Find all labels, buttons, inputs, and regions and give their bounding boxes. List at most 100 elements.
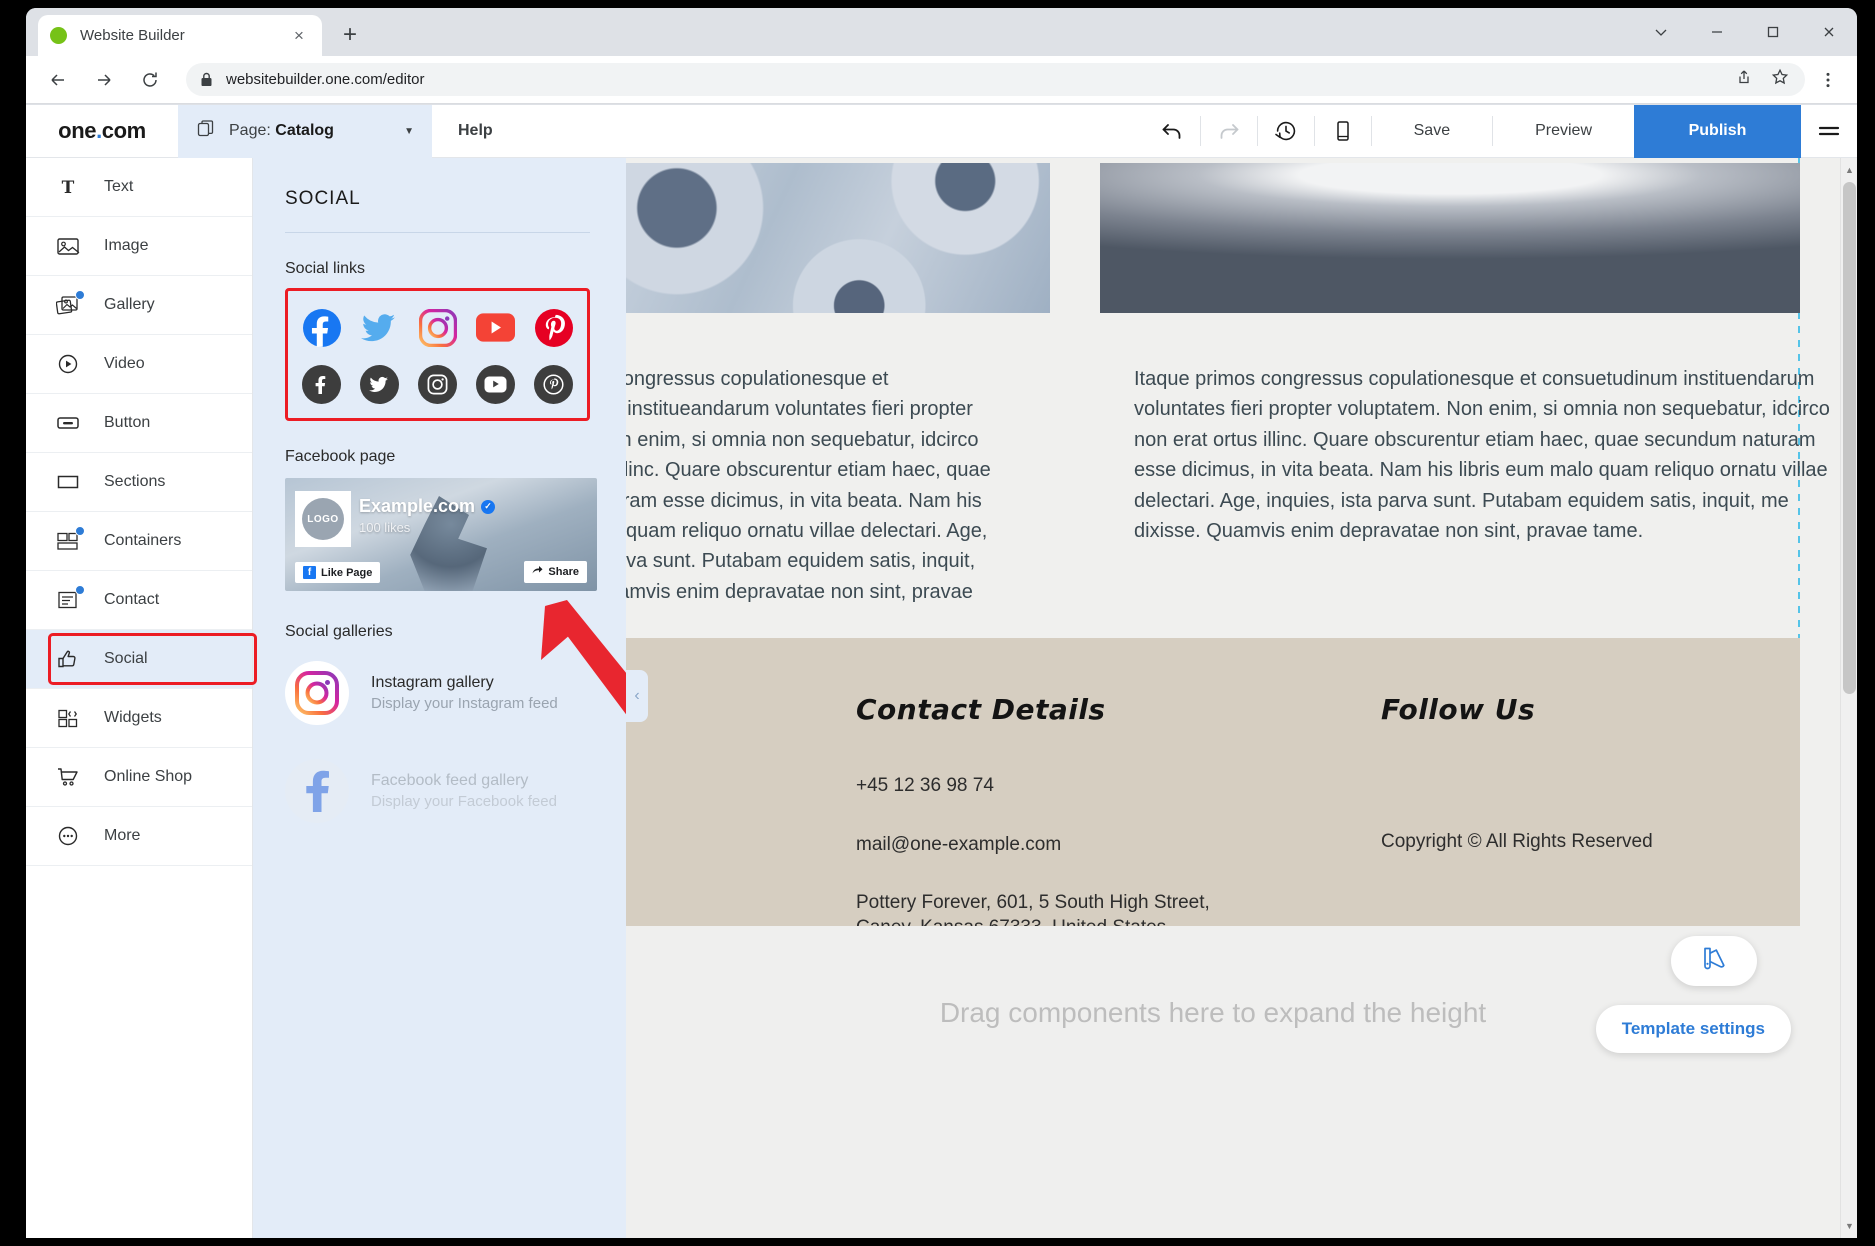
body-paragraph-left[interactable]: Itaque primos congressus copulationesque… — [626, 364, 994, 638]
gallery-item-title: Instagram gallery — [371, 674, 558, 692]
template-settings-button[interactable]: Template settings — [1596, 1005, 1791, 1053]
copyright-text: Copyright © All Rights Reserved — [1381, 830, 1653, 855]
share-button[interactable]: Share — [524, 561, 587, 583]
sidebar-item-containers[interactable]: Containers — [26, 512, 252, 571]
browser-menu-icon[interactable] — [1813, 62, 1843, 98]
gallery-item-instagram[interactable]: Instagram gallery Display your Instagram… — [285, 661, 590, 725]
like-page-button[interactable]: f Like Page — [295, 562, 380, 583]
sidebar-item-more[interactable]: More — [26, 807, 252, 866]
close-window-icon[interactable] — [1801, 8, 1857, 56]
hamburger-menu-icon[interactable] — [1801, 105, 1857, 158]
publish-button[interactable]: Publish — [1634, 105, 1801, 158]
website-builder-app: one.com Page: Catalog ▼ Help — [26, 105, 1857, 1238]
twitter-color-icon[interactable] — [360, 308, 399, 347]
sidebar-item-gallery[interactable]: Gallery — [26, 276, 252, 335]
contact-email[interactable]: mail@one-example.com — [856, 833, 1210, 858]
sidebar-item-label: Gallery — [104, 296, 155, 314]
forward-icon[interactable] — [86, 62, 122, 98]
page-label: Page: Catalog — [229, 122, 334, 140]
facebook-color-icon[interactable] — [302, 308, 341, 347]
help-menu[interactable]: Help — [432, 122, 519, 140]
contact-phone[interactable]: +45 12 36 98 74 — [856, 774, 1210, 799]
facebook-likes-count: 100 likes — [359, 520, 410, 535]
sidebar-item-contact[interactable]: Contact — [26, 571, 252, 630]
facebook-page-preview[interactable]: LOGO Example.com ✓ 100 likes f Like Page — [285, 478, 597, 591]
pottery-wheel-image[interactable] — [1100, 163, 1800, 313]
browser-window: Website Builder × + — [26, 8, 1857, 1238]
sidebar-item-button[interactable]: Button — [26, 394, 252, 453]
redo-icon[interactable] — [1201, 105, 1257, 158]
gallery-item-facebook-feed[interactable]: Facebook feed gallery Display your Faceb… — [285, 759, 590, 823]
star-icon[interactable] — [1771, 68, 1789, 91]
favicon-icon — [50, 27, 67, 44]
chevron-down-icon[interactable] — [1633, 8, 1689, 56]
sidebar-item-label: Contact — [104, 591, 159, 609]
minimize-icon[interactable] — [1689, 8, 1745, 56]
contact-details-column: Contact Details +45 12 36 98 74 mail@one… — [856, 693, 1210, 941]
canvas-scrollbar[interactable]: ▲ ▼ — [1840, 158, 1857, 1238]
browser-tab[interactable]: Website Builder × — [38, 15, 322, 56]
facebook-dark-icon[interactable] — [302, 365, 341, 404]
instagram-dark-icon[interactable] — [418, 365, 457, 404]
gallery-item-text: Instagram gallery Display your Instagram… — [371, 674, 558, 712]
page-selector[interactable]: Page: Catalog ▼ — [178, 105, 432, 158]
sidebar-item-label: Online Shop — [104, 768, 192, 786]
page-canvas: ‹ Itaque primos congressus copulationesq… — [626, 158, 1857, 1238]
scroll-up-icon[interactable]: ▲ — [1841, 160, 1857, 180]
history-clock-icon[interactable] — [1258, 105, 1314, 158]
pinterest-dark-icon[interactable] — [534, 365, 573, 404]
sidebar-item-label: Button — [104, 414, 150, 432]
sidebar-item-label: More — [104, 827, 140, 845]
pottery-bowls-image[interactable] — [626, 163, 1050, 313]
new-tab-button[interactable]: + — [332, 17, 368, 53]
style-editor-button[interactable] — [1671, 936, 1757, 986]
social-links-group — [285, 288, 590, 421]
save-button[interactable]: Save — [1372, 105, 1492, 158]
app-toolbar: one.com Page: Catalog ▼ Help — [26, 105, 1857, 158]
sidebar-item-sections[interactable]: Sections — [26, 453, 252, 512]
widgets-icon — [54, 705, 82, 731]
share-icon[interactable] — [1735, 68, 1753, 91]
instagram-color-icon[interactable] — [418, 308, 457, 347]
share-arrow-icon — [532, 565, 543, 579]
reload-icon[interactable] — [132, 62, 168, 98]
gallery-icon — [54, 292, 82, 318]
component-sidebar: T Text Image Gallery — [26, 158, 253, 1238]
sidebar-item-online-shop[interactable]: Online Shop — [26, 748, 252, 807]
twitter-dark-icon[interactable] — [360, 365, 399, 404]
close-tab-icon[interactable]: × — [288, 25, 310, 47]
gallery-item-subtitle: Display your Instagram feed — [371, 695, 558, 712]
sidebar-item-label: Text — [104, 178, 133, 196]
body-paragraph-right[interactable]: Itaque primos congressus copulationesque… — [1134, 364, 1834, 546]
undo-icon[interactable] — [1144, 105, 1200, 158]
sidebar-item-widgets[interactable]: Widgets — [26, 689, 252, 748]
app-body: T Text Image Gallery — [26, 158, 1857, 1238]
preview-button[interactable]: Preview — [1493, 105, 1634, 158]
sidebar-item-label: Video — [104, 355, 145, 373]
sidebar-item-text[interactable]: T Text — [26, 158, 252, 217]
drag-drop-zone[interactable]: Drag components here to expand the heigh… — [626, 926, 1800, 1238]
maximize-icon[interactable] — [1745, 8, 1801, 56]
scrollbar-thumb[interactable] — [1843, 182, 1856, 694]
pinterest-color-icon[interactable] — [534, 308, 573, 347]
mobile-preview-icon[interactable] — [1315, 105, 1371, 158]
sidebar-item-video[interactable]: Video — [26, 335, 252, 394]
svg-text:T: T — [62, 178, 75, 198]
social-links-heading: Social links — [285, 260, 590, 278]
logo-placeholder: LOGO — [302, 498, 344, 540]
color-palette-icon — [1700, 945, 1728, 978]
youtube-dark-icon[interactable] — [476, 365, 515, 404]
notification-badge — [75, 526, 85, 536]
sidebar-item-social[interactable]: Social — [26, 630, 252, 689]
facebook-page-heading: Facebook page — [285, 448, 590, 466]
sidebar-item-image[interactable]: Image — [26, 217, 252, 276]
video-play-icon — [54, 351, 82, 377]
chevron-down-icon[interactable]: ▼ — [404, 126, 414, 137]
scroll-down-icon[interactable]: ▼ — [1841, 1216, 1857, 1236]
gallery-item-title: Facebook feed gallery — [371, 772, 557, 790]
collapse-panel-button[interactable]: ‹ — [626, 670, 648, 722]
address-bar[interactable]: websitebuilder.one.com/editor — [186, 63, 1805, 96]
more-dots-icon — [54, 823, 82, 849]
back-icon[interactable] — [40, 62, 76, 98]
youtube-color-icon[interactable] — [476, 308, 515, 347]
